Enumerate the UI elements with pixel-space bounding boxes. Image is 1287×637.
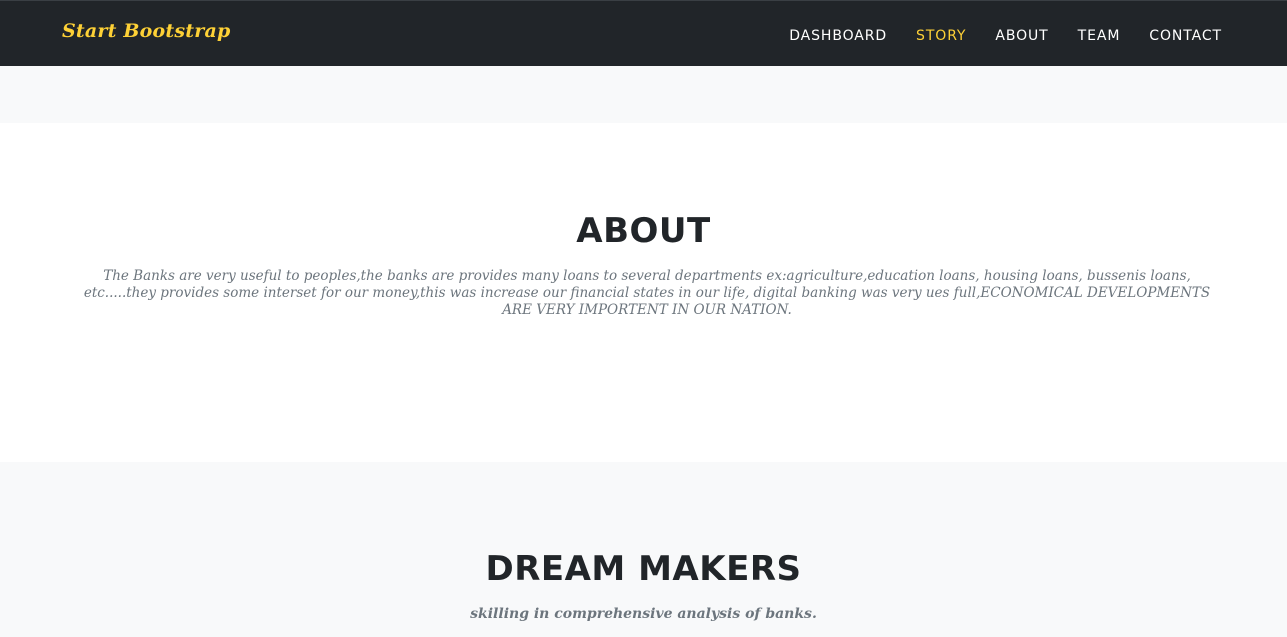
- nav-item-team: TEAM: [1078, 25, 1121, 45]
- nav-item-dashboard: DASHBOARD: [789, 25, 887, 45]
- story-section-band: [0, 66, 1287, 123]
- nav-link-team[interactable]: TEAM: [1078, 28, 1121, 44]
- nav-link-story[interactable]: STORY: [916, 28, 966, 44]
- nav-item-about: ABOUT: [995, 25, 1048, 45]
- nav-link-about[interactable]: ABOUT: [995, 28, 1048, 44]
- nav-item-contact: CONTACT: [1149, 25, 1222, 45]
- team-section: DREAM MAKERS skilling in comprehensive a…: [0, 462, 1287, 637]
- main-navbar: Start Bootstrap DASHBOARD STORY ABOUT TE…: [0, 0, 1287, 66]
- nav-link-contact[interactable]: CONTACT: [1149, 28, 1222, 44]
- nav-link-dashboard[interactable]: DASHBOARD: [789, 28, 887, 44]
- about-description: The Banks are very useful to peoples,the…: [83, 268, 1211, 318]
- team-heading: DREAM MAKERS: [485, 549, 802, 589]
- nav-item-story: STORY: [916, 25, 966, 45]
- team-subheading: skilling in comprehensive analysis of ba…: [470, 606, 817, 622]
- about-heading: ABOUT: [576, 211, 711, 251]
- nav-links: DASHBOARD STORY ABOUT TEAM CONTACT: [789, 25, 1222, 45]
- about-section: ABOUT The Banks are very useful to peopl…: [0, 123, 1287, 462]
- brand-logo-link[interactable]: Start Bootstrap: [62, 20, 230, 42]
